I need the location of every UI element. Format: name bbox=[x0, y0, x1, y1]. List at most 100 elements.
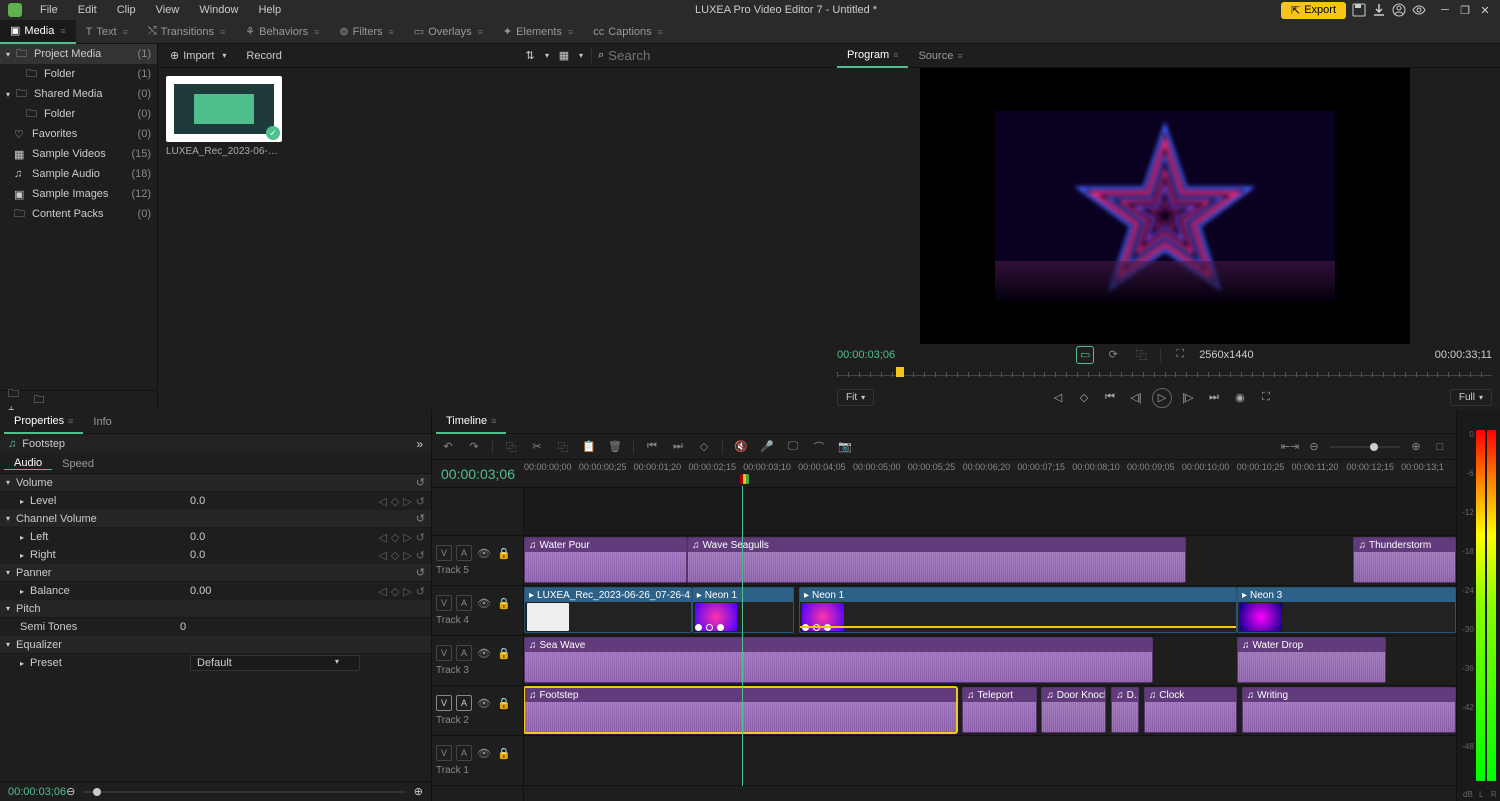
track-lane[interactable]: ♫Water Pour♫Wave Seagulls♫Thunderstorm bbox=[524, 536, 1456, 586]
select-tool-icon[interactable]: ▭ bbox=[1076, 346, 1094, 364]
maximize-icon[interactable]: ❐ bbox=[1458, 3, 1472, 17]
fullscreen-icon[interactable]: ⛶ bbox=[1256, 388, 1276, 408]
section-panner[interactable]: ▾Panner↺ bbox=[0, 564, 431, 582]
track-lane[interactable]: ♫Footstep♫Teleport♫Door Knock♫D...♫Clock… bbox=[524, 686, 1456, 736]
reset-icon[interactable]: ↺ bbox=[416, 566, 425, 579]
menu-window[interactable]: Window bbox=[189, 4, 248, 16]
clip[interactable]: ▸Neon 1 bbox=[799, 587, 1237, 633]
clip[interactable]: ♫Clock bbox=[1144, 687, 1237, 733]
folder-icon[interactable]: 🗀 bbox=[32, 394, 46, 408]
tab-elements[interactable]: ✦Elements≡ bbox=[493, 20, 583, 44]
tab-filters[interactable]: ⊚Filters≡ bbox=[329, 20, 403, 44]
clip[interactable]: ♫Wave Seagulls bbox=[687, 537, 1186, 583]
preview-tab-program[interactable]: Program≡ bbox=[837, 44, 908, 68]
close-icon[interactable]: ✕ bbox=[1478, 3, 1492, 17]
screen-icon[interactable]: 🖵 bbox=[785, 439, 801, 455]
split-icon[interactable]: ⿻ bbox=[503, 439, 519, 455]
clip[interactable]: ♫Sea Wave bbox=[524, 637, 1153, 683]
marker-icon[interactable]: ◇ bbox=[1074, 388, 1094, 408]
zoom-out-icon[interactable]: ⊖ bbox=[1306, 439, 1322, 455]
marker-icon[interactable]: ◇ bbox=[696, 439, 712, 455]
prop-level-value[interactable]: 0.0 bbox=[190, 495, 290, 507]
tree-item[interactable]: 🗀Folder(0) bbox=[0, 104, 157, 124]
clip[interactable]: ♫Writing bbox=[1242, 687, 1456, 733]
play-button[interactable]: ▷ bbox=[1152, 388, 1172, 408]
clip[interactable]: ♫Footstep bbox=[524, 687, 957, 733]
menu-clip[interactable]: Clip bbox=[107, 4, 146, 16]
scrub-marker[interactable] bbox=[896, 367, 904, 377]
track-header[interactable]: VA👁🔒Track 3 bbox=[432, 636, 523, 686]
mark-in-icon[interactable]: ◁ bbox=[1048, 388, 1068, 408]
clip[interactable]: ♫Thunderstorm bbox=[1353, 537, 1456, 583]
goto-end-icon[interactable]: ⏭ bbox=[1204, 388, 1224, 408]
user-icon[interactable] bbox=[1392, 3, 1406, 17]
add-key-icon[interactable]: ◇ bbox=[391, 495, 399, 508]
reset-icon[interactable]: ↺ bbox=[416, 512, 425, 525]
zoom-out-icon[interactable]: ⊖ bbox=[66, 785, 75, 798]
tab-media[interactable]: ▣Media≡ bbox=[0, 20, 76, 44]
tool-icon[interactable]: ⌒ bbox=[811, 439, 827, 455]
download-icon[interactable] bbox=[1372, 3, 1386, 17]
preview-scrubber[interactable] bbox=[837, 367, 1492, 383]
prev-key-icon[interactable]: ◁ bbox=[378, 495, 386, 508]
cut-icon[interactable]: ✂ bbox=[529, 439, 545, 455]
tab-properties[interactable]: Properties≡ bbox=[4, 410, 83, 434]
preview-tab-source[interactable]: Source≡ bbox=[908, 44, 972, 68]
tree-item[interactable]: 🗀Content Packs(0) bbox=[0, 204, 157, 224]
menu-help[interactable]: Help bbox=[248, 4, 291, 16]
subtab-audio[interactable]: Audio bbox=[4, 457, 52, 470]
zoom-in-icon[interactable]: ⊕ bbox=[414, 785, 423, 798]
undo-icon[interactable]: ↶ bbox=[440, 439, 456, 455]
fit-timeline-icon[interactable]: ⇤⇥ bbox=[1282, 439, 1298, 455]
ratio-lock-icon[interactable]: ⛶ bbox=[1171, 346, 1189, 364]
snapshot-icon[interactable]: ◉ bbox=[1230, 388, 1250, 408]
zoom-in-icon[interactable]: ⊕ bbox=[1408, 439, 1424, 455]
mic-icon[interactable]: 🎤 bbox=[759, 439, 775, 455]
full-dropdown[interactable]: Full▾ bbox=[1450, 389, 1492, 406]
menu-file[interactable]: File bbox=[30, 4, 68, 16]
next-key-icon[interactable]: ▷ bbox=[403, 495, 411, 508]
clip[interactable]: ▸Neon 3 bbox=[1237, 587, 1456, 633]
track-header[interactable]: VA👁🔒Track 4 bbox=[432, 586, 523, 636]
visibility-icon[interactable] bbox=[1412, 3, 1426, 17]
tab-info[interactable]: Info bbox=[83, 410, 121, 434]
copy-icon[interactable]: ⿻ bbox=[555, 439, 571, 455]
expand-icon[interactable]: □ bbox=[1432, 439, 1448, 455]
prop-left-value[interactable]: 0.0 bbox=[190, 531, 290, 543]
track-lane[interactable]: ♫Sea Wave♫Water Drop bbox=[524, 636, 1456, 686]
section-volume[interactable]: ▾Volume↺ bbox=[0, 474, 431, 492]
track-lane[interactable]: ▸LUXEA_Rec_2023-06-26_07-26-41.m...▸Neon… bbox=[524, 586, 1456, 636]
tab-overlays[interactable]: ▭Overlays≡ bbox=[404, 20, 493, 44]
tree-item[interactable]: ♡Favorites(0) bbox=[0, 124, 157, 144]
redo-icon[interactable]: ↷ bbox=[466, 439, 482, 455]
crop-icon[interactable]: ⿻ bbox=[1132, 346, 1150, 364]
tree-item[interactable]: 🗀Folder(1) bbox=[0, 64, 157, 84]
sort-icon[interactable]: ⇅ bbox=[523, 49, 537, 63]
tree-item[interactable]: ▾🗀Project Media(1) bbox=[0, 44, 157, 64]
search-input[interactable] bbox=[608, 48, 817, 63]
expand-icon[interactable]: » bbox=[416, 437, 423, 451]
tree-item[interactable]: ▦Sample Videos(15) bbox=[0, 144, 157, 164]
clip[interactable]: ♫D... bbox=[1111, 687, 1139, 733]
timeline-ruler[interactable]: 00:00:00;0000:00:00;2500:00:01;2000:00:0… bbox=[524, 460, 1456, 487]
new-folder-icon[interactable]: 🗀+ bbox=[8, 394, 22, 408]
subtab-speed[interactable]: Speed bbox=[52, 458, 104, 470]
tree-item[interactable]: ▣Sample Images(12) bbox=[0, 184, 157, 204]
next-frame-icon[interactable]: |▷ bbox=[1178, 388, 1198, 408]
clip[interactable]: ♫Door Knock bbox=[1041, 687, 1106, 733]
view-icon[interactable]: ▦ bbox=[557, 49, 571, 63]
track-header[interactable]: VA👁🔒Track 2 bbox=[432, 686, 523, 736]
track-header[interactable]: VA👁🔒Track 5 bbox=[432, 536, 523, 586]
tab-timeline[interactable]: Timeline≡ bbox=[436, 410, 506, 434]
reset-icon[interactable]: ↺ bbox=[416, 495, 425, 508]
menu-view[interactable]: View bbox=[146, 4, 190, 16]
clip[interactable]: ♫Teleport bbox=[962, 687, 1037, 733]
delete-icon[interactable]: 🗑 bbox=[607, 439, 623, 455]
prop-balance-value[interactable]: 0.00 bbox=[190, 585, 290, 597]
section-channel[interactable]: ▾Channel Volume↺ bbox=[0, 510, 431, 528]
preset-dropdown[interactable]: Default▾ bbox=[190, 655, 360, 671]
fit-dropdown[interactable]: Fit▾ bbox=[837, 389, 874, 406]
section-equalizer[interactable]: ▾Equalizer bbox=[0, 636, 431, 654]
minimize-icon[interactable]: ─ bbox=[1438, 3, 1452, 17]
camera-icon[interactable]: 📷 bbox=[837, 439, 853, 455]
